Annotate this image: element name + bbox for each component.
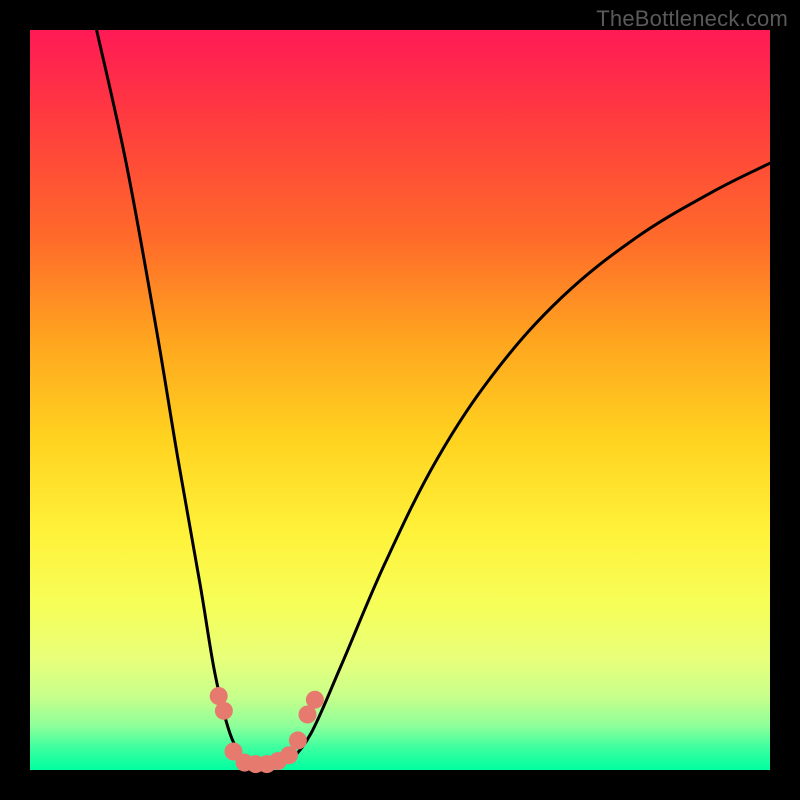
valley-marker-dot — [215, 702, 233, 720]
chart-svg — [30, 30, 770, 770]
chart-frame: TheBottleneck.com — [0, 0, 800, 800]
valley-marker-dot — [289, 731, 307, 749]
valley-marker-dot — [306, 691, 324, 709]
plot-area — [30, 30, 770, 770]
watermark-label: TheBottleneck.com — [596, 6, 788, 32]
valley-markers — [210, 687, 324, 773]
curve-right-branch — [289, 163, 770, 762]
curve-left-branch — [97, 30, 245, 763]
